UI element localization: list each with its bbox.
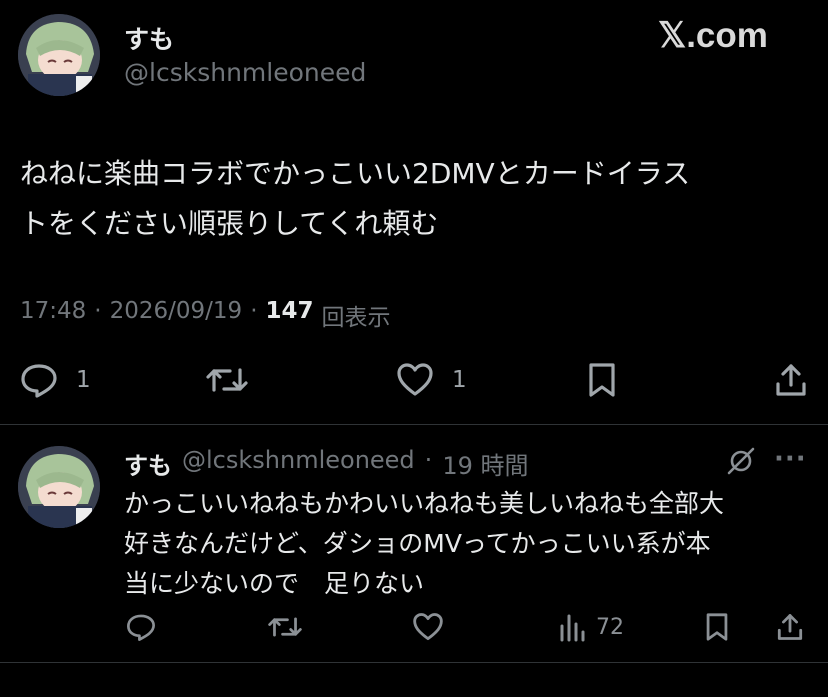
bookmark-icon xyxy=(704,612,730,642)
meta-separator: · xyxy=(250,298,258,324)
x-com-watermark: 𝕏.com xyxy=(658,16,768,55)
tweet-meta: 17:48 · 2026/09/19 · 147 回表示 xyxy=(20,298,391,332)
divider xyxy=(0,662,828,663)
user-handle[interactable]: @lcskshnmleoneed xyxy=(182,446,415,481)
reply-header: すも @lcskshnmleoneed · 19 時間 xyxy=(124,446,528,481)
display-name[interactable]: すも xyxy=(124,446,172,481)
meta-separator: · xyxy=(424,446,433,474)
tweet-time-ago[interactable]: 19 時間 xyxy=(442,446,528,481)
user-handle[interactable]: @lcskshnmleoneed xyxy=(124,58,366,87)
reply-button[interactable]: 1 xyxy=(20,362,91,398)
grok-icon xyxy=(726,446,756,476)
retweet-icon xyxy=(268,612,302,642)
share-icon xyxy=(774,362,808,398)
display-name[interactable]: すも xyxy=(124,20,174,56)
bookmark-button[interactable] xyxy=(586,362,618,398)
meta-separator: · xyxy=(94,298,102,324)
views-icon xyxy=(558,612,586,642)
share-icon xyxy=(776,612,804,642)
views-count[interactable]: 147 xyxy=(266,298,314,332)
reply-text-line-1: かっこいいねねもかわいいねねも美しいねねも全部大 xyxy=(124,489,725,518)
tweet-date[interactable]: 2026/09/19 xyxy=(110,298,243,332)
views-count: 72 xyxy=(596,614,624,640)
share-button[interactable] xyxy=(776,612,804,642)
retweet-icon xyxy=(206,362,248,398)
bookmark-icon xyxy=(586,362,618,398)
bookmark-button[interactable] xyxy=(704,612,730,642)
avatar[interactable] xyxy=(18,446,100,528)
share-button[interactable] xyxy=(774,362,808,398)
grok-button[interactable] xyxy=(726,446,756,476)
like-icon xyxy=(396,362,434,398)
reply-text-line-2: 好きなんだけど、ダショのMVってかっこいい系が本 xyxy=(124,529,711,558)
views-button[interactable]: 72 xyxy=(558,612,624,642)
like-button[interactable] xyxy=(412,612,444,642)
retweet-button[interactable] xyxy=(206,362,248,398)
reply-count: 1 xyxy=(76,367,91,393)
tweet-time[interactable]: 17:48 xyxy=(20,298,86,332)
like-icon xyxy=(412,612,444,642)
avatar[interactable] xyxy=(18,14,100,96)
retweet-button[interactable] xyxy=(268,612,302,642)
reply-icon xyxy=(20,362,58,398)
divider xyxy=(0,424,828,425)
more-icon[interactable]: ··· xyxy=(774,444,807,474)
like-count: 1 xyxy=(452,367,467,393)
reply-button[interactable] xyxy=(126,612,156,642)
reply-text-line-3: 当に少ないので 足りない xyxy=(124,569,425,598)
reply-icon xyxy=(126,612,156,642)
tweet-text-line-2: トをください順張りしてくれ頼む xyxy=(20,207,439,240)
views-label: 回表示 xyxy=(321,305,391,331)
like-button[interactable]: 1 xyxy=(396,362,467,398)
tweet-text-line-1: ねねに楽曲コラボでかっこいい2DMVとカードイラス xyxy=(20,157,691,190)
